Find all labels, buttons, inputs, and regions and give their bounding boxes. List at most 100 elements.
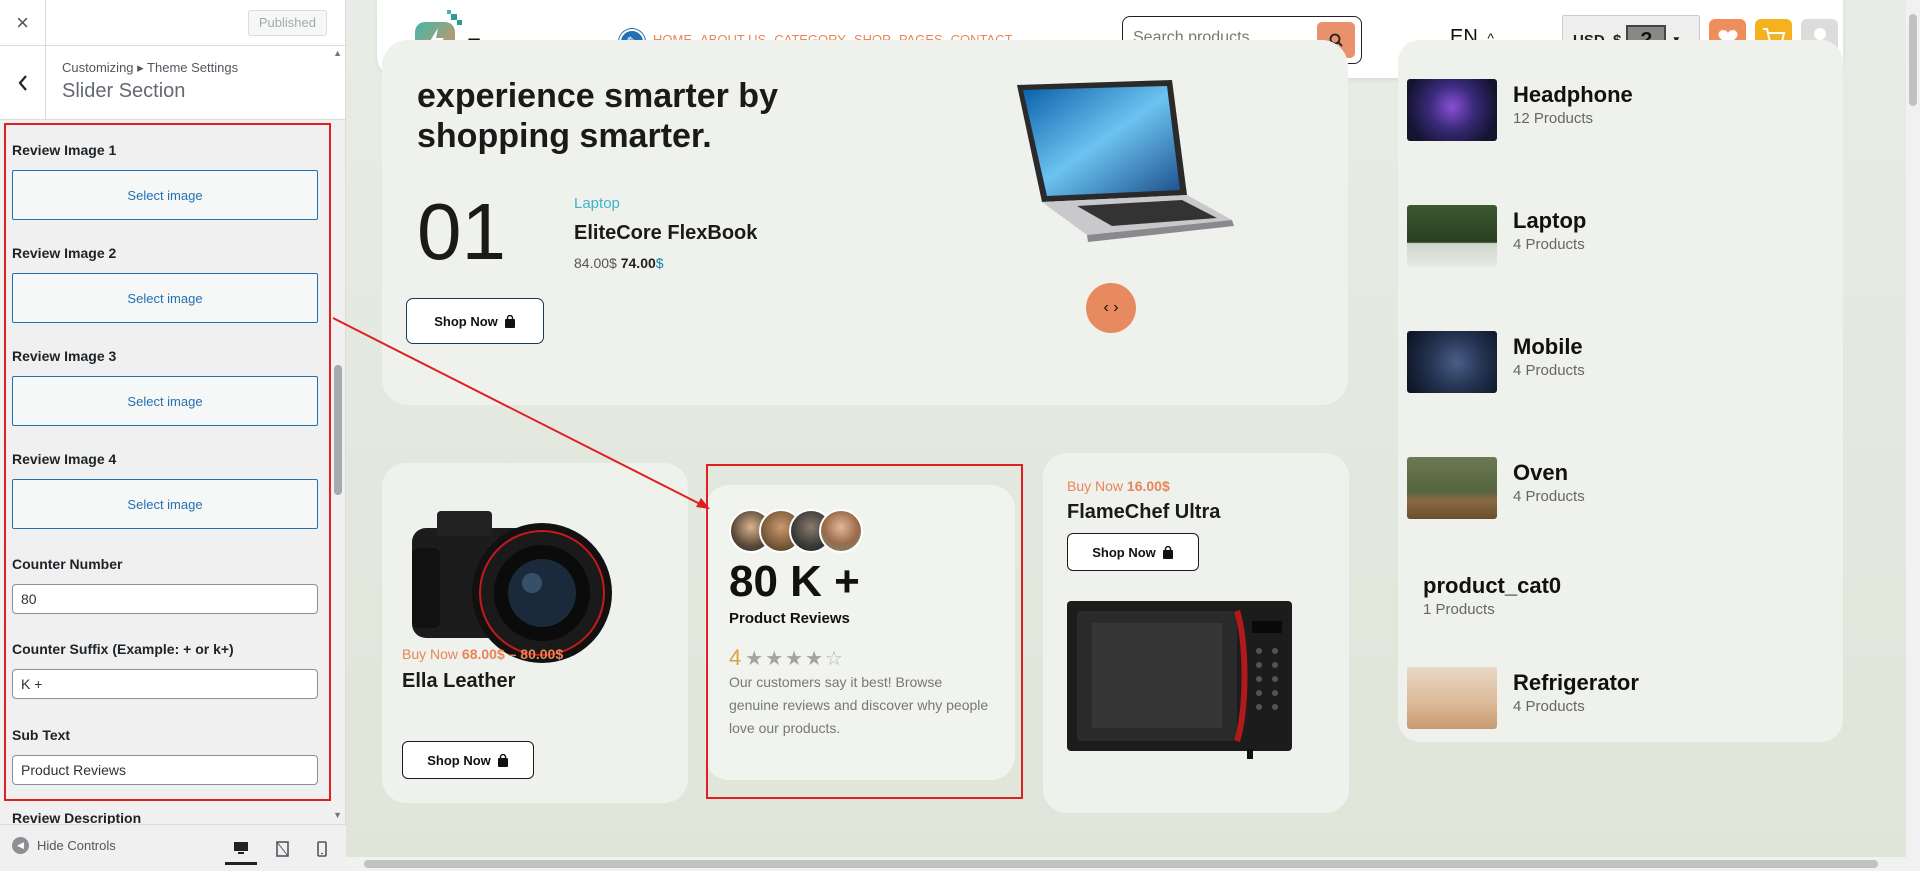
star-filled-icon: ★ xyxy=(785,647,804,670)
product-name[interactable]: EliteCore FlexBook xyxy=(574,222,757,245)
hero-slider: experience smarter by shopping smarter. … xyxy=(382,40,1348,405)
star-filled-icon: ★ xyxy=(765,647,784,670)
category-item-refrigerator[interactable]: Refrigerator 4 Products xyxy=(1407,667,1639,729)
category-thumbnail xyxy=(1407,79,1497,141)
category-name: Laptop xyxy=(1513,208,1587,233)
control-label: Counter Suffix (Example: + or k+) xyxy=(12,641,234,657)
controls-panel: Review Image 1 Select image Review Image… xyxy=(0,120,346,824)
star-empty-icon: ☆ xyxy=(825,647,843,670)
category-name: product_cat0 xyxy=(1423,573,1562,598)
counter-number-input[interactable]: 80 xyxy=(12,584,318,614)
scroll-down-arrow-icon[interactable]: ▼ xyxy=(333,810,342,820)
shop-now-label: Shop Now xyxy=(434,313,498,329)
category-item-oven[interactable]: Oven 4 Products xyxy=(1407,457,1585,519)
review-image-2-control: Review Image 2 Select image xyxy=(0,245,330,323)
control-label: Review Image 2 xyxy=(12,245,117,261)
control-label: Sub Text xyxy=(12,727,71,743)
shop-now-button[interactable]: Shop Now xyxy=(1067,533,1199,571)
mobile-icon xyxy=(317,841,327,857)
review-counter: 80 K + xyxy=(729,557,860,606)
rating-stars: 4 ★ ★ ★ ★ ☆ xyxy=(729,645,843,671)
rating-score: 4 xyxy=(729,645,742,670)
category-thumbnail xyxy=(1407,667,1497,729)
close-customizer-button[interactable]: × xyxy=(0,0,46,46)
buy-now-prefix: Buy Now xyxy=(1067,478,1124,494)
customizer-top-bar: × Published xyxy=(0,0,345,46)
chevron-left-icon xyxy=(18,75,27,91)
preview-horizontal-scrollbar-thumb[interactable] xyxy=(364,860,1878,868)
tablet-icon xyxy=(275,841,289,857)
customizer-sidebar: × Published Customizing ▸ Theme Settings… xyxy=(0,0,346,871)
back-button[interactable] xyxy=(0,46,46,120)
category-count: 4 Products xyxy=(1513,236,1585,253)
shopping-bag-icon xyxy=(497,753,508,767)
review-image-4-control: Review Image 4 Select image xyxy=(0,451,330,529)
product-card-microwave: Buy Now 16.00$ FlameChef Ultra Shop Now xyxy=(1043,453,1349,813)
counter-suffix-input[interactable]: K + xyxy=(12,669,318,699)
select-image-button[interactable]: Select image xyxy=(12,170,318,220)
reviews-card: 80 K + Product Reviews 4 ★ ★ ★ ★ ☆ Our c… xyxy=(705,485,1015,780)
category-item-headphone[interactable]: Headphone 12 Products xyxy=(1407,79,1633,141)
category-item-product-cat0[interactable]: product_cat0 1 Products xyxy=(1423,570,1561,618)
currency-symbol: $ xyxy=(655,255,664,271)
select-image-button[interactable]: Select image xyxy=(12,479,318,529)
category-count: 4 Products xyxy=(1513,362,1585,379)
product-name[interactable]: Ella Leather xyxy=(402,670,515,693)
price: 16.00$ xyxy=(1126,478,1170,494)
shop-now-label: Shop Now xyxy=(1092,544,1156,560)
site-preview: Ecommerce ✎ HOME ABOUT US CATEGORY SHOP … xyxy=(346,0,1920,871)
collapse-icon: ◀ xyxy=(12,837,29,854)
breadcrumb: Customizing ▸ Theme Settings xyxy=(62,60,239,75)
category-count: 12 Products xyxy=(1513,110,1594,127)
shopping-bag-icon xyxy=(1162,545,1173,559)
review-description: Our customers say it best! Browse genuin… xyxy=(729,674,989,736)
product-name[interactable]: FlameChef Ultra xyxy=(1067,501,1220,524)
section-title: Slider Section xyxy=(62,80,186,102)
scroll-up-arrow-icon[interactable]: ▲ xyxy=(333,48,342,58)
category-name: Oven xyxy=(1513,460,1569,485)
review-image-3-control: Review Image 3 Select image xyxy=(0,348,330,426)
sidebar-scrollbar-thumb[interactable] xyxy=(334,365,342,495)
desktop-preview-button[interactable] xyxy=(225,833,257,865)
hide-controls-button[interactable]: ◀ Hide Controls xyxy=(12,837,116,854)
review-image-1-control: Review Image 1 Select image xyxy=(0,142,330,220)
category-count: 1 Products xyxy=(1423,601,1495,618)
category-count: 4 Products xyxy=(1513,488,1585,505)
buy-now-prefix: Buy Now xyxy=(402,646,459,662)
slider-nav-button[interactable]: ‹ › xyxy=(1086,283,1136,333)
shop-now-button[interactable]: Shop Now xyxy=(402,741,534,779)
section-header: Customizing ▸ Theme Settings Slider Sect… xyxy=(0,46,345,120)
published-button[interactable]: Published xyxy=(247,10,327,36)
product-price: 84.00$ 74.00$ xyxy=(574,255,664,271)
category-thumbnail xyxy=(1407,457,1497,519)
control-label: Review Image 1 xyxy=(12,142,117,158)
control-label: Counter Number xyxy=(12,556,123,572)
sub-text-input[interactable]: Product Reviews xyxy=(12,755,318,785)
preview-vertical-scrollbar-thumb[interactable] xyxy=(1909,14,1917,106)
mobile-preview-button[interactable] xyxy=(306,833,338,865)
select-image-button[interactable]: Select image xyxy=(12,273,318,323)
select-image-button[interactable]: Select image xyxy=(12,376,318,426)
category-item-laptop[interactable]: Laptop 4 Products xyxy=(1407,205,1586,267)
old-price: 84.00 xyxy=(574,255,610,271)
review-description-control: Review Description xyxy=(0,810,153,824)
star-filled-icon: ★ xyxy=(745,647,764,670)
shop-now-label: Shop Now xyxy=(427,752,491,768)
shopping-bag-icon xyxy=(504,314,515,328)
product-category[interactable]: Laptop xyxy=(574,195,620,212)
avatar xyxy=(819,509,863,553)
customizer-footer: ◀ Hide Controls xyxy=(0,824,346,871)
desktop-icon xyxy=(234,841,248,854)
preview-horizontal-scrollbar[interactable] xyxy=(346,857,1920,871)
category-list: Headphone 12 Products Laptop 4 Products Mo… xyxy=(1398,40,1843,742)
category-name: Headphone xyxy=(1513,82,1633,107)
preview-vertical-scrollbar[interactable] xyxy=(1906,0,1920,857)
category-item-mobile[interactable]: Mobile 4 Products xyxy=(1407,331,1585,393)
tablet-preview-button[interactable] xyxy=(266,833,298,865)
close-icon: × xyxy=(16,10,29,35)
shop-now-button[interactable]: Shop Now xyxy=(406,298,544,344)
review-sub-text: Product Reviews xyxy=(729,610,850,627)
laptop-product-image xyxy=(1002,80,1242,260)
category-count: 4 Products xyxy=(1513,698,1585,715)
category-name: Mobile xyxy=(1513,334,1583,359)
